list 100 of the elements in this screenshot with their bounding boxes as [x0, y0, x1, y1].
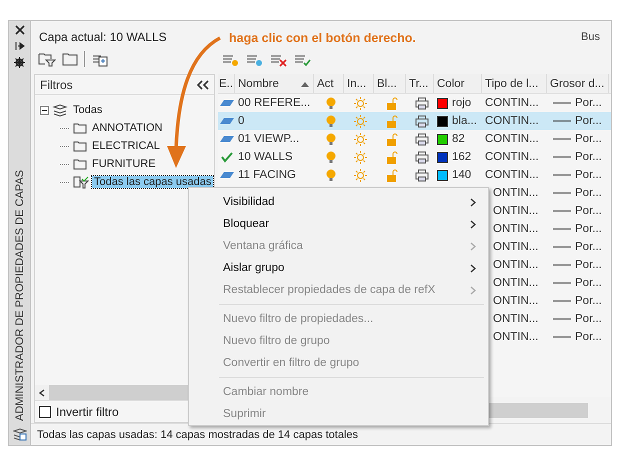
bulb-icon — [326, 150, 336, 164]
layer-row[interactable]: 10 WALLS 162 CONTIN... Por... — [218, 148, 611, 166]
scroll-left-button[interactable] — [35, 385, 49, 400]
lineweight: Por... — [575, 259, 602, 271]
settings-icon — [14, 57, 25, 68]
lineweight: Por... — [575, 313, 602, 325]
line-icon — [553, 335, 571, 339]
collapse-icon[interactable] — [40, 106, 49, 114]
column-header[interactable]: E.. — [218, 74, 235, 93]
linetype: ONTIN... — [493, 259, 538, 271]
layer-row[interactable]: 00 REFERE... rojo CONTIN... Por... — [218, 94, 611, 112]
unlock-icon — [386, 114, 398, 128]
linetype: ONTIN... — [493, 205, 538, 217]
column-header[interactable]: Nombre — [235, 74, 314, 93]
line-icon — [553, 173, 571, 177]
color-name: 162 — [452, 151, 472, 163]
sun-icon — [354, 150, 367, 164]
printer-icon — [414, 150, 428, 164]
bulb-icon — [326, 168, 336, 182]
lineweight: Por... — [575, 277, 602, 289]
lineweight: Por... — [575, 241, 602, 253]
linetype: ONTIN... — [493, 277, 538, 289]
line-icon — [553, 209, 571, 213]
linetype: CONTIN... — [485, 169, 539, 181]
column-header[interactable]: Color — [434, 74, 482, 93]
layer-row[interactable]: 0 bla... CONTIN... Por... — [218, 112, 611, 130]
column-header[interactable]: Tipo de l... — [482, 74, 547, 93]
column-header[interactable]: In... — [344, 74, 374, 93]
folder-icon — [73, 122, 87, 134]
folder-icon — [73, 140, 87, 152]
column-header[interactable]: Grosor d... — [547, 74, 609, 93]
unlock-icon — [386, 168, 398, 182]
line-icon — [553, 137, 571, 141]
folder-icon — [62, 52, 78, 66]
current-layer: Capa actual: 10 WALLS — [39, 30, 167, 44]
printer-icon — [414, 114, 428, 128]
linetype: ONTIN... — [493, 313, 538, 325]
sort-up-icon — [301, 82, 309, 87]
layer-name: 00 REFERE... — [238, 97, 310, 109]
lineweight: Por... — [575, 169, 602, 181]
column-header[interactable]: Tr... — [406, 74, 434, 93]
lineweight: Por... — [575, 295, 602, 307]
lineweight: Por... — [575, 187, 602, 199]
layers-icon — [12, 427, 26, 441]
menu-item[interactable]: Aislar grupo — [189, 257, 488, 279]
checkbox-label: Invertir filtro — [56, 404, 119, 418]
folder-icon — [73, 158, 87, 170]
line-icon — [553, 101, 571, 105]
color-name: rojo — [452, 97, 472, 109]
line-icon — [553, 245, 571, 249]
layer-name: 11 FACING — [238, 169, 296, 181]
column-header[interactable]: Bl... — [374, 74, 406, 93]
filter-item[interactable]: ANNOTATION — [90, 122, 164, 134]
unlock-icon — [386, 96, 398, 110]
sun-icon — [354, 114, 367, 128]
filter-item[interactable]: FURNITURE — [90, 158, 158, 170]
color-name: bla... — [452, 115, 477, 127]
column-header[interactable]: Act — [314, 74, 344, 93]
line-icon — [553, 155, 571, 159]
filter-folder-icon — [38, 51, 56, 67]
close-icon — [14, 25, 24, 35]
search-field[interactable]: Bus — [581, 31, 611, 43]
lineweight: Por... — [575, 205, 602, 217]
linetype: CONTIN... — [485, 115, 539, 127]
pane-title: Filtros — [40, 78, 73, 92]
unlock-icon — [386, 132, 398, 146]
lineweight: Por... — [575, 115, 602, 127]
line-icon — [553, 191, 571, 195]
panel-title: ADMINISTRADOR DE PROPIEDADES DE CAPAS — [14, 170, 26, 421]
lineweight: Por... — [575, 151, 602, 163]
sun-icon — [354, 168, 367, 182]
filter-item[interactable]: Todas las capas usadas — [92, 176, 214, 188]
linetype: CONTIN... — [485, 151, 539, 163]
linetype: ONTIN... — [493, 241, 538, 253]
sun-icon — [354, 96, 367, 110]
lineweight: Por... — [575, 133, 602, 145]
linetype: CONTIN... — [485, 97, 539, 109]
color-name: 82 — [452, 133, 465, 145]
filter-item[interactable]: ELECTRICAL — [90, 140, 162, 152]
lineweight: Por... — [575, 331, 602, 343]
printer-icon — [414, 132, 428, 146]
linetype: CONTIN... — [485, 133, 539, 145]
linetype: ONTIN... — [493, 331, 538, 343]
checkbox[interactable] — [39, 406, 51, 418]
color-name: 140 — [452, 169, 472, 181]
layer-row[interactable]: 01 VIEWP... 82 CONTIN... Por... — [218, 130, 611, 148]
bulb-icon — [326, 96, 336, 110]
filter-icon — [73, 175, 89, 189]
menu-item[interactable]: Visibilidad — [189, 191, 488, 213]
filter-item[interactable]: Todas — [71, 104, 104, 116]
line-icon — [553, 227, 571, 231]
sun-icon — [354, 132, 367, 146]
layer-name: 10 WALLS — [238, 151, 293, 163]
linetype: ONTIN... — [493, 187, 538, 199]
layer-row[interactable]: 11 FACING 140 CONTIN... Por... — [218, 166, 611, 184]
line-icon — [553, 263, 571, 267]
line-icon — [553, 281, 571, 285]
menu-item[interactable]: Bloquear — [189, 213, 488, 235]
collapse-icon — [196, 80, 210, 90]
lineweight: Por... — [575, 223, 602, 235]
